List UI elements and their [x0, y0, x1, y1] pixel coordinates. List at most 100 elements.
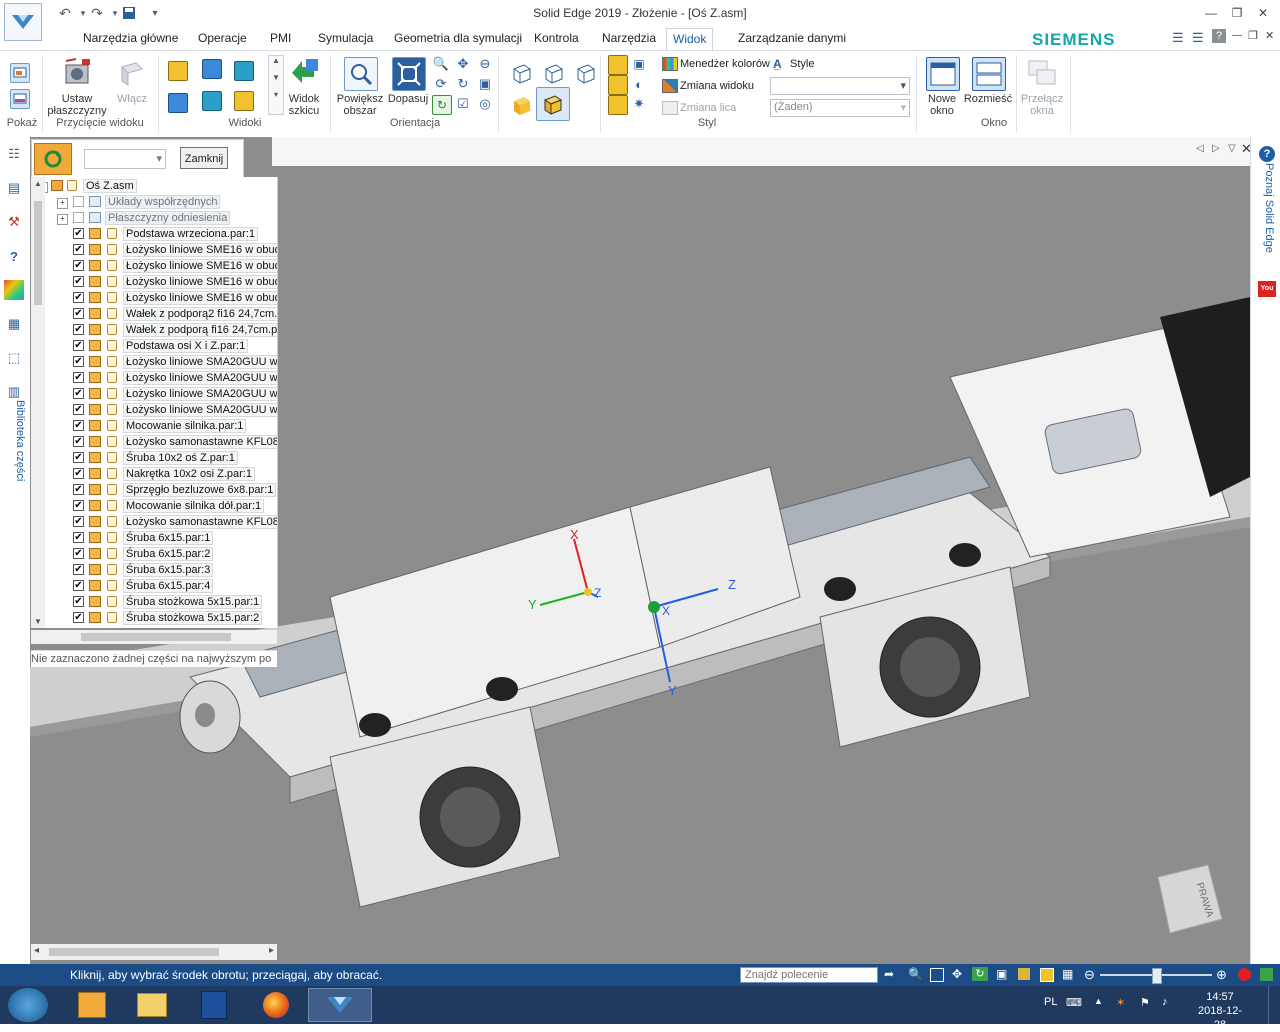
triad-origin[interactable] — [648, 601, 660, 613]
learn-solid-edge-tab[interactable]: Poznaj Solid Edge — [1255, 163, 1275, 273]
tree-part-row[interactable]: ✔ Łożysko samonastawne KFL08. — [31, 514, 277, 530]
rotate-status-icon[interactable]: ↻ — [972, 967, 988, 981]
visibility-checkbox[interactable]: ✔ — [73, 452, 84, 463]
screw-head[interactable] — [359, 713, 391, 737]
tray-app-icon[interactable]: ✶ — [1116, 996, 1125, 1009]
taskbar-explorer[interactable] — [120, 988, 184, 1022]
taskbar-firefox[interactable] — [244, 988, 308, 1022]
enable-clip-icon[interactable] — [116, 57, 148, 89]
set-planes-label[interactable]: Ustaw płaszczyzny — [42, 93, 112, 117]
tree-part-row[interactable]: ✔ Wałek z podporą2 fi16 24,7cm. — [31, 306, 277, 322]
tree-part-row[interactable]: ✔ Śruba 6x15.par:4 — [31, 578, 277, 594]
parts-library-tab[interactable]: Biblioteka części — [2, 400, 26, 520]
tree-part-row[interactable]: ✔ Śruba 10x2 oś Z.par:1 — [31, 450, 277, 466]
tree-part-row[interactable]: ✔ Podstawa osi X i Z.par:1 — [31, 338, 277, 354]
view-right-icon[interactable] — [168, 93, 188, 113]
visibility-checkbox[interactable]: ✔ — [73, 516, 84, 527]
visibility-checkbox[interactable]: ✔ — [73, 260, 84, 271]
restore-button[interactable]: ❐ — [1224, 4, 1250, 22]
face-style-combo[interactable]: (Żaden) ▾ — [770, 99, 910, 117]
command-search-input[interactable] — [740, 967, 878, 983]
tree-folder-row[interactable]: + Układy współrzędnych — [31, 194, 277, 210]
tray-language[interactable]: PL — [1044, 996, 1057, 1008]
pathfinder-tab-icon[interactable]: ☷ — [4, 144, 24, 164]
zoom-status-icon[interactable]: 🔍 — [908, 967, 923, 981]
fit-icon[interactable] — [392, 57, 426, 91]
start-button[interactable] — [8, 988, 48, 1022]
color-manager-button[interactable]: Menedżer kolorów — [680, 57, 770, 71]
expand-icon[interactable]: + — [57, 198, 68, 209]
arrange-icon[interactable] — [972, 57, 1006, 91]
parts-library-icon[interactable]: ▥ — [4, 382, 24, 402]
arrange-label[interactable]: Rozmieść — [962, 93, 1014, 105]
shaded-status-icon[interactable] — [1018, 968, 1030, 980]
tree-part-row[interactable]: ✔ Łożysko liniowe SME16 w obud — [31, 274, 277, 290]
visibility-checkbox[interactable]: ✔ — [73, 420, 84, 431]
tree-part-row[interactable]: ✔ Łożysko liniowe SMA20GUU w — [31, 402, 277, 418]
visibility-checkbox[interactable]: ✔ — [73, 436, 84, 447]
ribbon-close-icon[interactable]: ✕ — [1265, 29, 1274, 42]
tree-part-row[interactable]: ✔ Podstawa wrzeciona.par:1 — [31, 226, 277, 242]
switch-windows-icon[interactable] — [1026, 57, 1058, 89]
set-planes-icon[interactable] — [62, 57, 94, 89]
groups-icon[interactable]: ⬚ — [4, 348, 24, 368]
youtube-icon[interactable]: You — [1258, 281, 1276, 297]
taskbar-outlook[interactable] — [60, 988, 124, 1022]
tree-part-row[interactable]: ✔ Śruba 6x15.par:3 — [31, 562, 277, 578]
view-cube-status-icon[interactable]: ▦ — [1062, 967, 1073, 981]
visibility-checkbox[interactable]: ✔ — [73, 308, 84, 319]
sketch-view-label[interactable]: Widok szkicu — [280, 93, 328, 117]
screw-head[interactable] — [486, 677, 518, 701]
tree-part-row[interactable]: ✔ Łożysko samonastawne KFL08. — [31, 434, 277, 450]
floor-icon[interactable] — [608, 95, 628, 115]
visibility-checkbox[interactable]: ✔ — [73, 388, 84, 399]
tree-part-row[interactable]: ✔ Śruba 6x15.par:2 — [31, 546, 277, 562]
visibility-checkbox[interactable]: ✔ — [73, 276, 84, 287]
pathfinder-vertical-scrollbar[interactable]: ▲ ▼ — [31, 177, 45, 628]
visibility-checkbox[interactable]: ✔ — [73, 532, 84, 543]
tab-simulation-geometry[interactable]: Geometria dla symulacji — [388, 28, 528, 49]
style-button[interactable]: Style — [790, 57, 814, 71]
view-status-icon[interactable]: ▣ — [996, 967, 1007, 981]
visibility-checkbox[interactable]: ✔ — [73, 292, 84, 303]
lower-pane-scrollbar[interactable]: ◂ ▸ — [31, 944, 277, 960]
visibility-checkbox[interactable]: ✔ — [73, 340, 84, 351]
properties-icon[interactable]: ▦ — [4, 314, 24, 334]
appearance-icon[interactable] — [4, 280, 24, 300]
sketch-orient-icon[interactable]: ☑ — [454, 95, 472, 113]
tab-simulation[interactable]: Symulacja — [312, 28, 379, 49]
tree-part-row[interactable]: ✔ Łożysko liniowe SMA20GUU w — [31, 370, 277, 386]
shaded-icon[interactable] — [506, 89, 538, 121]
visibility-checkbox[interactable]: ✔ — [73, 564, 84, 575]
screw-head[interactable] — [824, 577, 856, 601]
volume-icon[interactable]: ♪ — [1162, 996, 1168, 1008]
tree-part-row[interactable]: ✔ Łożysko liniowe SMA20GUU w — [31, 386, 277, 402]
style-status-icon[interactable] — [1040, 968, 1054, 982]
reflection-icon[interactable] — [608, 75, 628, 95]
view-change-icon[interactable] — [662, 79, 678, 93]
tab-home[interactable]: Narzędzia główne — [77, 28, 184, 49]
ribbon-restore-icon[interactable]: ❐ — [1248, 29, 1258, 42]
visibility-checkbox[interactable]: ✔ — [73, 484, 84, 495]
pathfinder-hscroll-thumb[interactable] — [81, 633, 231, 641]
globe-icon[interactable]: ◐ — [630, 75, 648, 93]
help-icon[interactable]: ? — [1212, 29, 1226, 43]
visible-edges-icon[interactable] — [570, 57, 602, 89]
zoom-slider-thumb[interactable] — [1152, 968, 1162, 984]
select-tools-icon[interactable]: ⚒ — [4, 212, 24, 232]
pane-dropdown-icon[interactable]: ▽ — [1228, 143, 1236, 154]
tab-tools[interactable]: Narzędzia — [596, 28, 662, 49]
taskbar-solid-edge[interactable] — [308, 988, 372, 1022]
tree-part-row[interactable]: ✔ Łożysko liniowe SMA20GUU w — [31, 354, 277, 370]
view-top-icon[interactable] — [168, 61, 188, 81]
action-center-icon[interactable]: ⚑ — [1140, 996, 1150, 1009]
pathfinder-refresh-icon[interactable] — [34, 143, 72, 175]
lower-pane-scroll-thumb[interactable] — [49, 948, 219, 956]
rotate-active-icon[interactable]: ↻ — [432, 95, 452, 115]
pathfinder-filter-combo[interactable]: ▾ — [84, 149, 166, 169]
tab-pmi[interactable]: PMI — [264, 28, 297, 49]
keyboard-icon[interactable]: ⌨ — [1066, 996, 1082, 1009]
taskbar-save-app[interactable] — [182, 988, 246, 1022]
fit-label[interactable]: Dopasuj — [386, 93, 430, 105]
show-desktop-button[interactable] — [1268, 986, 1280, 1024]
